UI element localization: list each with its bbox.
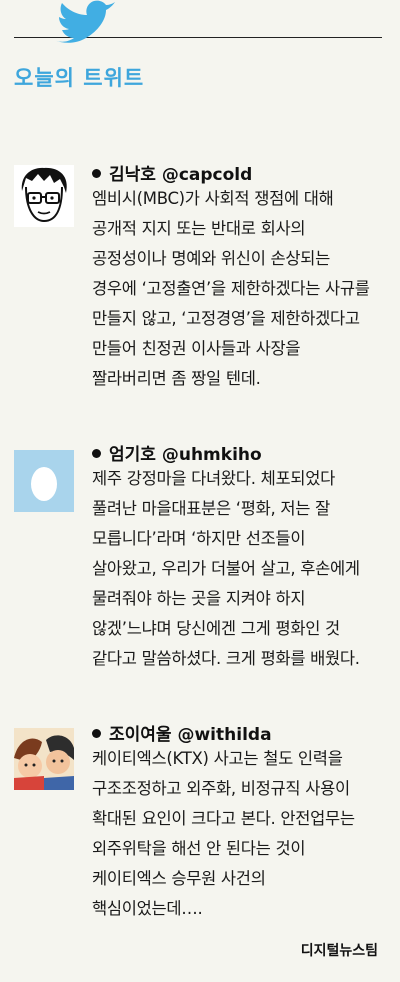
anime-characters-icon [14, 728, 74, 790]
tweet-text: 제주 강정마을 다녀왔다. 체포되었다 풀려난 마을대표분은 ‘평화, 저는 잘… [92, 469, 360, 668]
section-title: 오늘의 트위트 [14, 66, 145, 90]
bullet-icon [92, 169, 101, 178]
twitter-bird-icon [54, 0, 115, 43]
avatar [14, 165, 74, 227]
egg-avatar-icon [14, 450, 74, 512]
bullet-icon [92, 449, 101, 458]
avatar [14, 450, 74, 512]
credit-byline: 디지털뉴스팀 [300, 943, 378, 959]
tweet-author: 조이여울 @withilda [92, 720, 272, 745]
bullet-icon [92, 729, 101, 738]
author-handle: 엄기호 @uhmkiho [109, 445, 262, 465]
author-handle: 조이여울 @withilda [109, 725, 272, 745]
avatar [14, 728, 74, 790]
author-handle: 김낙호 @capcold [109, 165, 253, 185]
tweet-text: 엠비시(MBC)가 사회적 쟁점에 대해 공개적 지지 또는 반대로 회사의 공… [92, 189, 370, 388]
cartoon-face-with-glasses-icon [14, 165, 74, 227]
tweet-author: 김낙호 @capcold [92, 160, 252, 185]
tweet-author: 엄기호 @uhmkiho [92, 440, 262, 465]
tweet-text: 케이티엑스(KTX) 사고는 철도 인력을 구조조정하고 외주화, 비정규직 사… [92, 749, 355, 918]
